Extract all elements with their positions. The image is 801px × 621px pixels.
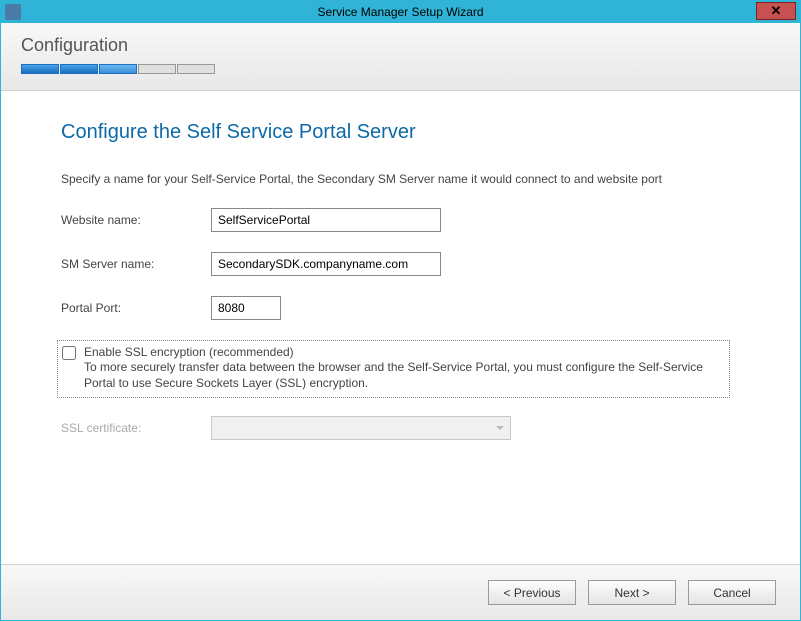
website-name-label: Website name: [61,213,211,227]
ssl-cert-row: SSL certificate: [61,416,740,440]
portal-port-label: Portal Port: [61,301,211,315]
ssl-checkbox[interactable] [62,346,76,360]
page-heading: Configure the Self Service Portal Server [61,121,740,144]
portal-port-row: Portal Port: [61,296,740,320]
section-title: Configuration [21,35,780,56]
titlebar: Service Manager Setup Wizard ✕ [1,1,800,23]
footer: < Previous Next > Cancel [1,564,800,620]
instruction-text: Specify a name for your Self-Service Por… [61,172,740,186]
close-button[interactable]: ✕ [756,2,796,20]
chevron-down-icon [496,426,504,430]
sm-server-row: SM Server name: [61,252,740,276]
previous-button[interactable]: < Previous [488,580,576,605]
progress-bar [21,64,780,74]
progress-step-5 [177,64,215,74]
website-name-row: Website name: [61,208,740,232]
cancel-button[interactable]: Cancel [688,580,776,605]
next-button[interactable]: Next > [588,580,676,605]
content-area: Configuration Configure the Self Service… [1,23,800,620]
progress-step-3 [99,64,137,74]
sm-server-input[interactable] [211,252,441,276]
progress-step-2 [60,64,98,74]
close-icon: ✕ [771,3,782,19]
ssl-cert-combo [211,416,511,440]
wizard-window: Service Manager Setup Wizard ✕ Configura… [0,0,801,621]
ssl-title: Enable SSL encryption (recommended) [84,345,721,359]
main-body: Configure the Self Service Portal Server… [1,91,800,564]
ssl-cert-label: SSL certificate: [61,421,211,435]
progress-step-4 [138,64,176,74]
website-name-input[interactable] [211,208,441,232]
ssl-row: Enable SSL encryption (recommended) To m… [62,345,721,391]
ssl-group: Enable SSL encryption (recommended) To m… [57,340,730,398]
portal-port-input[interactable] [211,296,281,320]
header-strip: Configuration [1,23,800,91]
app-icon [5,4,21,20]
ssl-description: To more securely transfer data between t… [84,359,721,391]
sm-server-label: SM Server name: [61,257,211,271]
progress-step-1 [21,64,59,74]
ssl-text: Enable SSL encryption (recommended) To m… [84,345,721,391]
window-title: Service Manager Setup Wizard [317,5,483,19]
